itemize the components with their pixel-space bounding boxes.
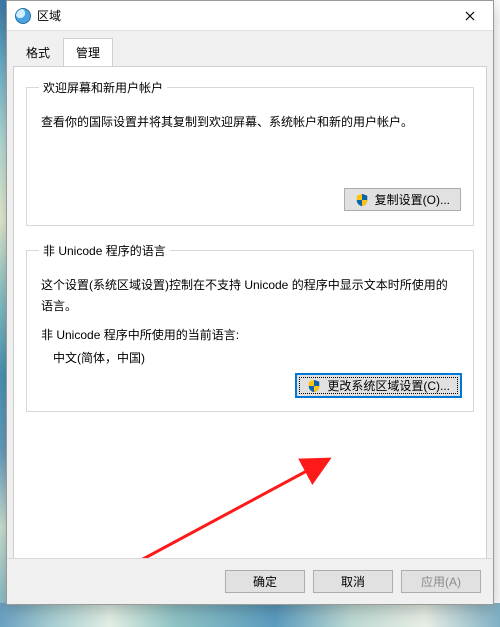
ok-button[interactable]: 确定 <box>225 570 305 593</box>
change-system-locale-button[interactable]: 更改系统区域设置(C)... <box>296 374 461 397</box>
apply-button[interactable]: 应用(A) <box>401 570 481 593</box>
shield-icon <box>355 193 369 207</box>
titlebar: 区域 <box>7 1 493 31</box>
tab-panel-admin: 欢迎屏幕和新用户帐户 查看你的国际设置并将其复制到欢迎屏幕、系统帐户和新的用户帐… <box>13 66 487 578</box>
welcome-description: 查看你的国际设置并将其复制到欢迎屏幕、系统帐户和新的用户帐户。 <box>41 112 459 132</box>
current-locale-label: 非 Unicode 程序中所使用的当前语言: <box>41 326 459 343</box>
copy-settings-button[interactable]: 复制设置(O)... <box>344 188 461 211</box>
group-welcome-screen: 欢迎屏幕和新用户帐户 查看你的国际设置并将其复制到欢迎屏幕、系统帐户和新的用户帐… <box>26 79 474 226</box>
desktop-background-bottom <box>0 603 500 627</box>
region-dialog: 区域 格式 管理 欢迎屏幕和新用户帐户 查看你的国际设置并将其复制到欢迎屏幕、系… <box>6 0 494 605</box>
non-unicode-description: 这个设置(系统区域设置)控制在不支持 Unicode 的程序中显示文本时所使用的… <box>41 275 459 316</box>
dialog-footer: 确定 取消 应用(A) <box>7 558 493 604</box>
cancel-button[interactable]: 取消 <box>313 570 393 593</box>
tab-admin[interactable]: 管理 <box>63 38 113 67</box>
globe-icon <box>15 8 31 24</box>
close-icon <box>465 11 475 21</box>
group-non-unicode-legend: 非 Unicode 程序的语言 <box>39 242 170 259</box>
close-button[interactable] <box>447 1 493 31</box>
current-locale-value: 中文(简体，中国) <box>53 349 459 366</box>
tab-format[interactable]: 格式 <box>13 38 63 67</box>
copy-settings-label: 复制设置(O)... <box>375 191 450 208</box>
change-locale-label: 更改系统区域设置(C)... <box>327 377 450 394</box>
group-welcome-legend: 欢迎屏幕和新用户帐户 <box>39 79 167 96</box>
window-title: 区域 <box>37 7 447 24</box>
tabstrip: 格式 管理 <box>7 31 493 66</box>
shield-icon <box>307 379 321 393</box>
group-non-unicode: 非 Unicode 程序的语言 这个设置(系统区域设置)控制在不支持 Unico… <box>26 242 474 412</box>
